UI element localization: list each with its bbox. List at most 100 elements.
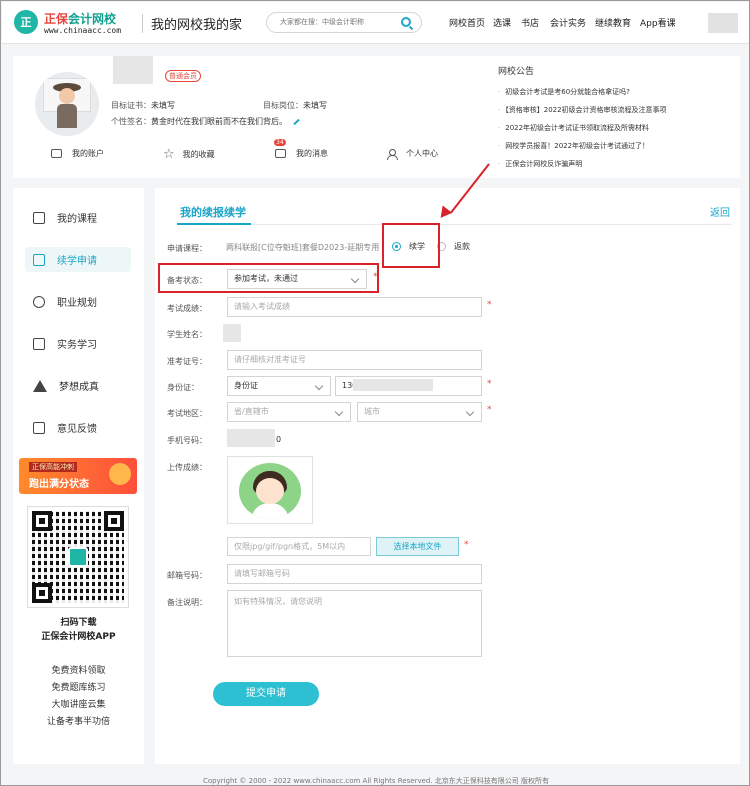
sidebar-item-dream[interactable]: 梦想成真 xyxy=(25,373,131,398)
email-label: 邮箱号码： xyxy=(167,571,207,580)
search-input[interactable] xyxy=(280,18,390,26)
nav-practice[interactable]: 会计实务 xyxy=(550,16,586,29)
quick-link-favorites-label: 我的收藏 xyxy=(182,150,215,159)
quick-link-account-label: 我的账户 xyxy=(72,149,104,158)
send-icon xyxy=(33,379,47,392)
person-icon xyxy=(387,148,398,160)
sidebar-item-feedback[interactable]: 意见反馈 xyxy=(25,415,131,440)
sidebar-item-label: 职业规划 xyxy=(57,298,97,309)
id-label: 身份证： xyxy=(167,383,199,392)
top-header: 正 正保会计网校 www.chinaacc.com 我的网校我的家 网校首页 选… xyxy=(2,2,749,44)
quick-link-center-label: 个人中心 xyxy=(406,149,438,158)
sidebar-item-label: 实务学习 xyxy=(57,340,97,351)
submit-button[interactable]: 提交申请 xyxy=(213,682,319,706)
choose-file-button[interactable]: 选择本地文件 xyxy=(376,537,459,556)
edit-signature-icon[interactable] xyxy=(293,118,300,125)
ticket-input[interactable]: 请仔细核对准考证号 xyxy=(227,350,482,370)
id-number-redacted xyxy=(353,379,433,391)
nav-app[interactable]: App看课 xyxy=(640,16,676,29)
sidebar-item-career[interactable]: 职业规划 xyxy=(25,289,131,314)
student-name-redacted xyxy=(223,324,241,342)
user-avatar[interactable] xyxy=(35,72,99,136)
notice-item[interactable]: 初级会计考试是考60分就能合格拿证吗? xyxy=(498,83,734,101)
user-menu-avatar[interactable] xyxy=(708,13,738,33)
quick-link-messages-label: 我的消息 xyxy=(296,149,328,158)
ticket-label: 准考证号： xyxy=(167,357,207,366)
required-mark: * xyxy=(487,379,492,389)
option-refund-label: 返款 xyxy=(454,242,470,251)
signature-value: 黄金时代在我们眼前而不在我们背后。 xyxy=(151,117,287,126)
quick-link-center[interactable]: 个人中心 xyxy=(387,148,438,160)
profile-card: 普通会员 目标证书：未填写 目标岗位：未填写 个性签名：黄金时代在我们眼前而不在… xyxy=(13,56,740,178)
province-select[interactable]: 省/直辖市 xyxy=(227,402,351,422)
qr-finder xyxy=(104,511,124,531)
banner-top-text: 正保高能冲刺 xyxy=(29,462,77,472)
sidebar: 我的课程 续学申请 职业规划 实务学习 梦想成真 意见反馈 正保高能冲刺 跑出满… xyxy=(13,188,144,764)
side-link[interactable]: 免费资料领取 xyxy=(13,663,144,676)
quick-link-account[interactable]: 我的账户 xyxy=(51,148,104,159)
nav-bookstore[interactable]: 书店 xyxy=(521,16,539,29)
city-select[interactable]: 城市 xyxy=(357,402,482,422)
logo-name[interactable]: 正保会计网校 xyxy=(44,10,116,27)
remark-textarea[interactable]: 如有特殊情况，请您说明 xyxy=(227,590,482,657)
target-job: 目标岗位：未填写 xyxy=(263,100,327,111)
qr-finder xyxy=(32,511,52,531)
search-box[interactable] xyxy=(266,12,422,33)
search-icon[interactable] xyxy=(401,17,411,27)
book-icon xyxy=(33,211,45,224)
annotation-box-continue xyxy=(382,223,440,268)
quick-link-favorites[interactable]: ☆ 我的收藏 xyxy=(163,148,215,161)
logo-icon[interactable]: 正 xyxy=(14,10,38,34)
promo-banner[interactable]: 正保高能冲刺 跑出满分状态 xyxy=(19,458,137,494)
uploaded-image-preview[interactable] xyxy=(227,456,313,524)
notice-item[interactable]: 正保会计网校反诈骗声明 xyxy=(498,155,734,173)
avatar-body xyxy=(57,104,77,128)
page-frame: 正 正保会计网校 www.chinaacc.com 我的网校我的家 网校首页 选… xyxy=(0,0,750,786)
notice-panel: 网校公告 初级会计考试是考60分就能合格拿证吗? 【资格审核】2022初级会计资… xyxy=(498,64,734,173)
sidebar-item-practice[interactable]: 实务学习 xyxy=(25,331,131,356)
tab-renewal[interactable]: 我的续报续学 xyxy=(180,204,246,220)
qr-title: 扫码下载 xyxy=(60,618,97,628)
logo-name-a: 正保 xyxy=(44,12,69,26)
notice-item[interactable]: 2022年初级会计考试证书领取流程及所需材料 xyxy=(498,119,734,137)
nav-courses[interactable]: 选课 xyxy=(493,16,511,29)
notice-item[interactable]: 【资格审核】2022初级会计资格审核流程及注意事项 xyxy=(498,101,734,119)
signature-label: 个性签名： xyxy=(111,117,151,126)
option-refund[interactable]: 返款 xyxy=(437,241,470,252)
side-link[interactable]: 免费题库练习 xyxy=(13,680,144,693)
target-cert-label: 目标证书： xyxy=(111,101,151,110)
logo-name-b: 会计网校 xyxy=(68,12,117,26)
banner-main-text: 跑出满分状态 xyxy=(29,479,89,490)
file-icon xyxy=(33,253,45,266)
footer: Copyright © 2000 - 2022 www.chinaacc.com… xyxy=(202,777,550,785)
back-link[interactable]: 返回 xyxy=(710,204,730,219)
sidebar-item-my-courses[interactable]: 我的课程 xyxy=(25,205,131,230)
nav-continuing-education[interactable]: 继续教育 xyxy=(595,16,631,29)
practice-icon xyxy=(33,337,45,350)
avatar-face xyxy=(59,88,75,104)
app-qr-code xyxy=(27,506,129,608)
tab-active-indicator xyxy=(177,223,251,225)
side-link[interactable]: 大咖讲座云集 xyxy=(13,697,144,710)
annotation-box-status xyxy=(158,263,379,293)
sidebar-item-renewal[interactable]: 续学申请 xyxy=(25,247,131,272)
score-input[interactable]: 请输入考试成绩 xyxy=(227,297,482,317)
logo-url: www.chinaacc.com xyxy=(44,26,122,35)
sidebar-item-label: 我的课程 xyxy=(57,214,97,225)
target-job-value: 未填写 xyxy=(303,101,327,110)
id-type-select[interactable]: 身份证 xyxy=(227,376,331,396)
qr-pattern xyxy=(32,511,124,603)
email-input[interactable]: 请填写邮箱号码 xyxy=(227,564,482,584)
star-icon: ☆ xyxy=(163,147,175,162)
career-icon xyxy=(33,295,45,308)
file-path-input[interactable]: 仅限jpg/gif/pgn格式，5M以内 xyxy=(227,537,371,556)
side-link[interactable]: 让备考事半功倍 xyxy=(13,714,144,727)
sidebar-item-label: 意见反馈 xyxy=(57,424,97,435)
notice-item[interactable]: 网校学员报喜！2022年初级会计考试通过了！ xyxy=(498,137,734,155)
course-label: 申请课程： xyxy=(167,244,207,253)
target-cert: 目标证书：未填写 xyxy=(111,100,175,111)
course-value: 两科联报[C位夺魁班]套餐D2023-延期专用 xyxy=(226,243,380,252)
quick-link-messages[interactable]: 34 我的消息 xyxy=(274,139,328,159)
nav-home[interactable]: 网校首页 xyxy=(449,16,485,29)
target-cert-value: 未填写 xyxy=(151,101,175,110)
